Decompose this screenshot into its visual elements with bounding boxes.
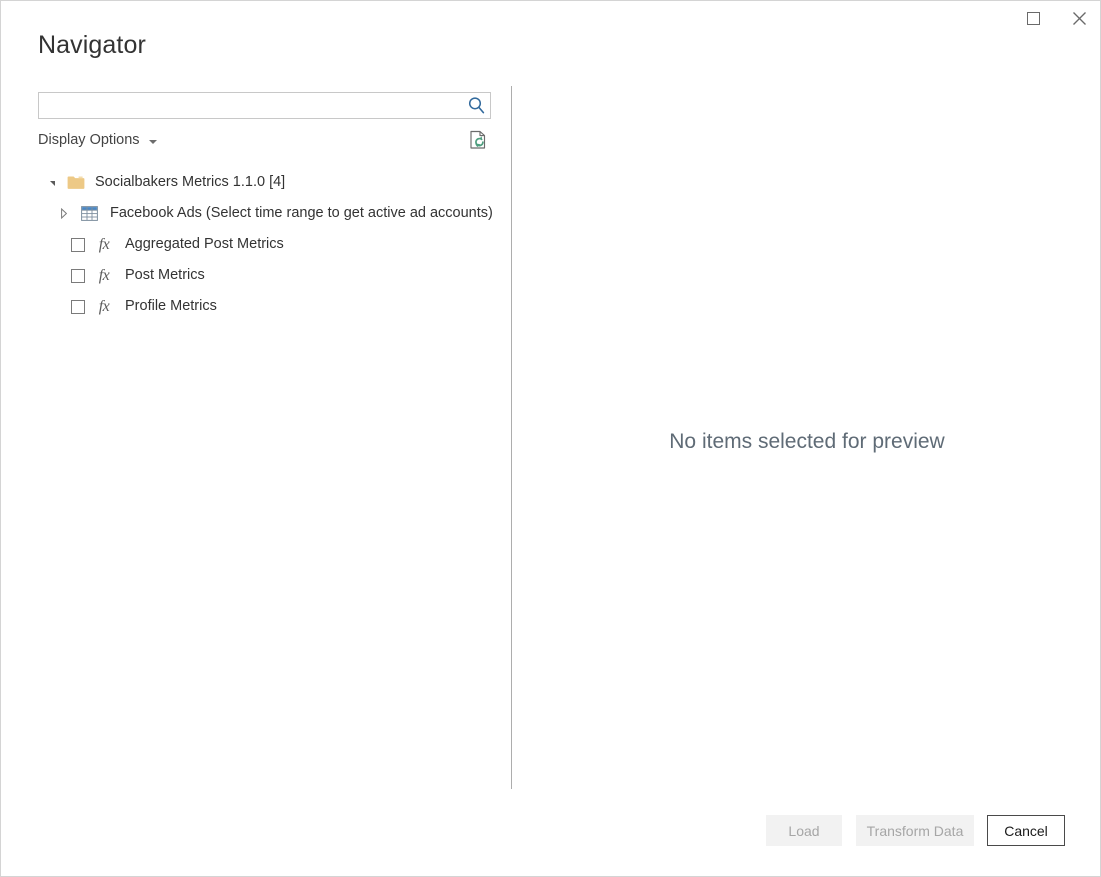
preview-pane: No items selected for preview — [512, 73, 1100, 789]
cancel-button[interactable]: Cancel — [987, 815, 1065, 846]
fx-icon: fx — [98, 235, 110, 253]
object-tree[interactable]: Socialbakers Metrics 1.1.0 [4] Facebook … — [1, 167, 511, 777]
table-icon — [80, 205, 98, 223]
tree-row[interactable]: Facebook Ads (Select time range to get a… — [1, 198, 511, 229]
page-title: Navigator — [38, 31, 146, 59]
transform-data-button[interactable]: Transform Data — [856, 815, 974, 846]
window-controls — [1010, 1, 1100, 35]
folder-icon — [67, 174, 85, 192]
title-bar: Navigator — [1, 1, 1100, 73]
close-icon — [1072, 11, 1086, 25]
search-icon — [468, 97, 484, 114]
fx-icon: fx — [98, 266, 110, 284]
tree-node-label: Post Metrics — [125, 267, 205, 283]
navigator-left-pane: Display Options Socialbakers Metrics 1.1… — [1, 73, 511, 789]
tree-row[interactable]: Socialbakers Metrics 1.1.0 [4] — [1, 167, 511, 198]
tree-node-checkbox[interactable] — [71, 268, 85, 283]
options-row: Display Options — [38, 129, 491, 153]
maximize-icon — [1026, 11, 1040, 25]
load-button[interactable]: Load — [766, 815, 842, 846]
maximize-button[interactable] — [1010, 1, 1056, 35]
tree-node-label: Socialbakers Metrics 1.1.0 [4] — [95, 174, 286, 190]
navigator-dialog: Navigator Display Options Socialbakers M… — [0, 0, 1101, 877]
tree-node-label: Aggregated Post Metrics — [125, 236, 284, 252]
search-box[interactable] — [38, 92, 491, 119]
tree-row[interactable]: fx Aggregated Post Metrics — [1, 229, 511, 260]
display-options-dropdown[interactable]: Display Options — [38, 129, 157, 151]
display-options-label: Display Options — [38, 132, 140, 148]
refresh-button[interactable] — [467, 128, 489, 152]
tree-node-label: Profile Metrics — [125, 298, 217, 314]
preview-empty-message: No items selected for preview — [669, 430, 945, 453]
close-button[interactable] — [1056, 1, 1100, 35]
expander-collapsed-icon[interactable] — [56, 206, 72, 222]
tree-row[interactable]: fx Post Metrics — [1, 260, 511, 291]
tree-node-checkbox[interactable] — [71, 237, 85, 252]
dialog-footer: Load Transform Data Cancel — [1, 789, 1100, 876]
expander-expanded-icon[interactable] — [45, 175, 61, 191]
tree-row[interactable]: fx Profile Metrics — [1, 291, 511, 322]
tree-node-label: Facebook Ads (Select time range to get a… — [110, 205, 493, 221]
tree-node-checkbox[interactable] — [71, 299, 85, 314]
fx-icon: fx — [98, 297, 110, 315]
chevron-down-icon — [148, 139, 157, 144]
search-input[interactable] — [39, 94, 462, 117]
search-button[interactable] — [462, 93, 490, 118]
refresh-document-icon — [469, 130, 485, 149]
